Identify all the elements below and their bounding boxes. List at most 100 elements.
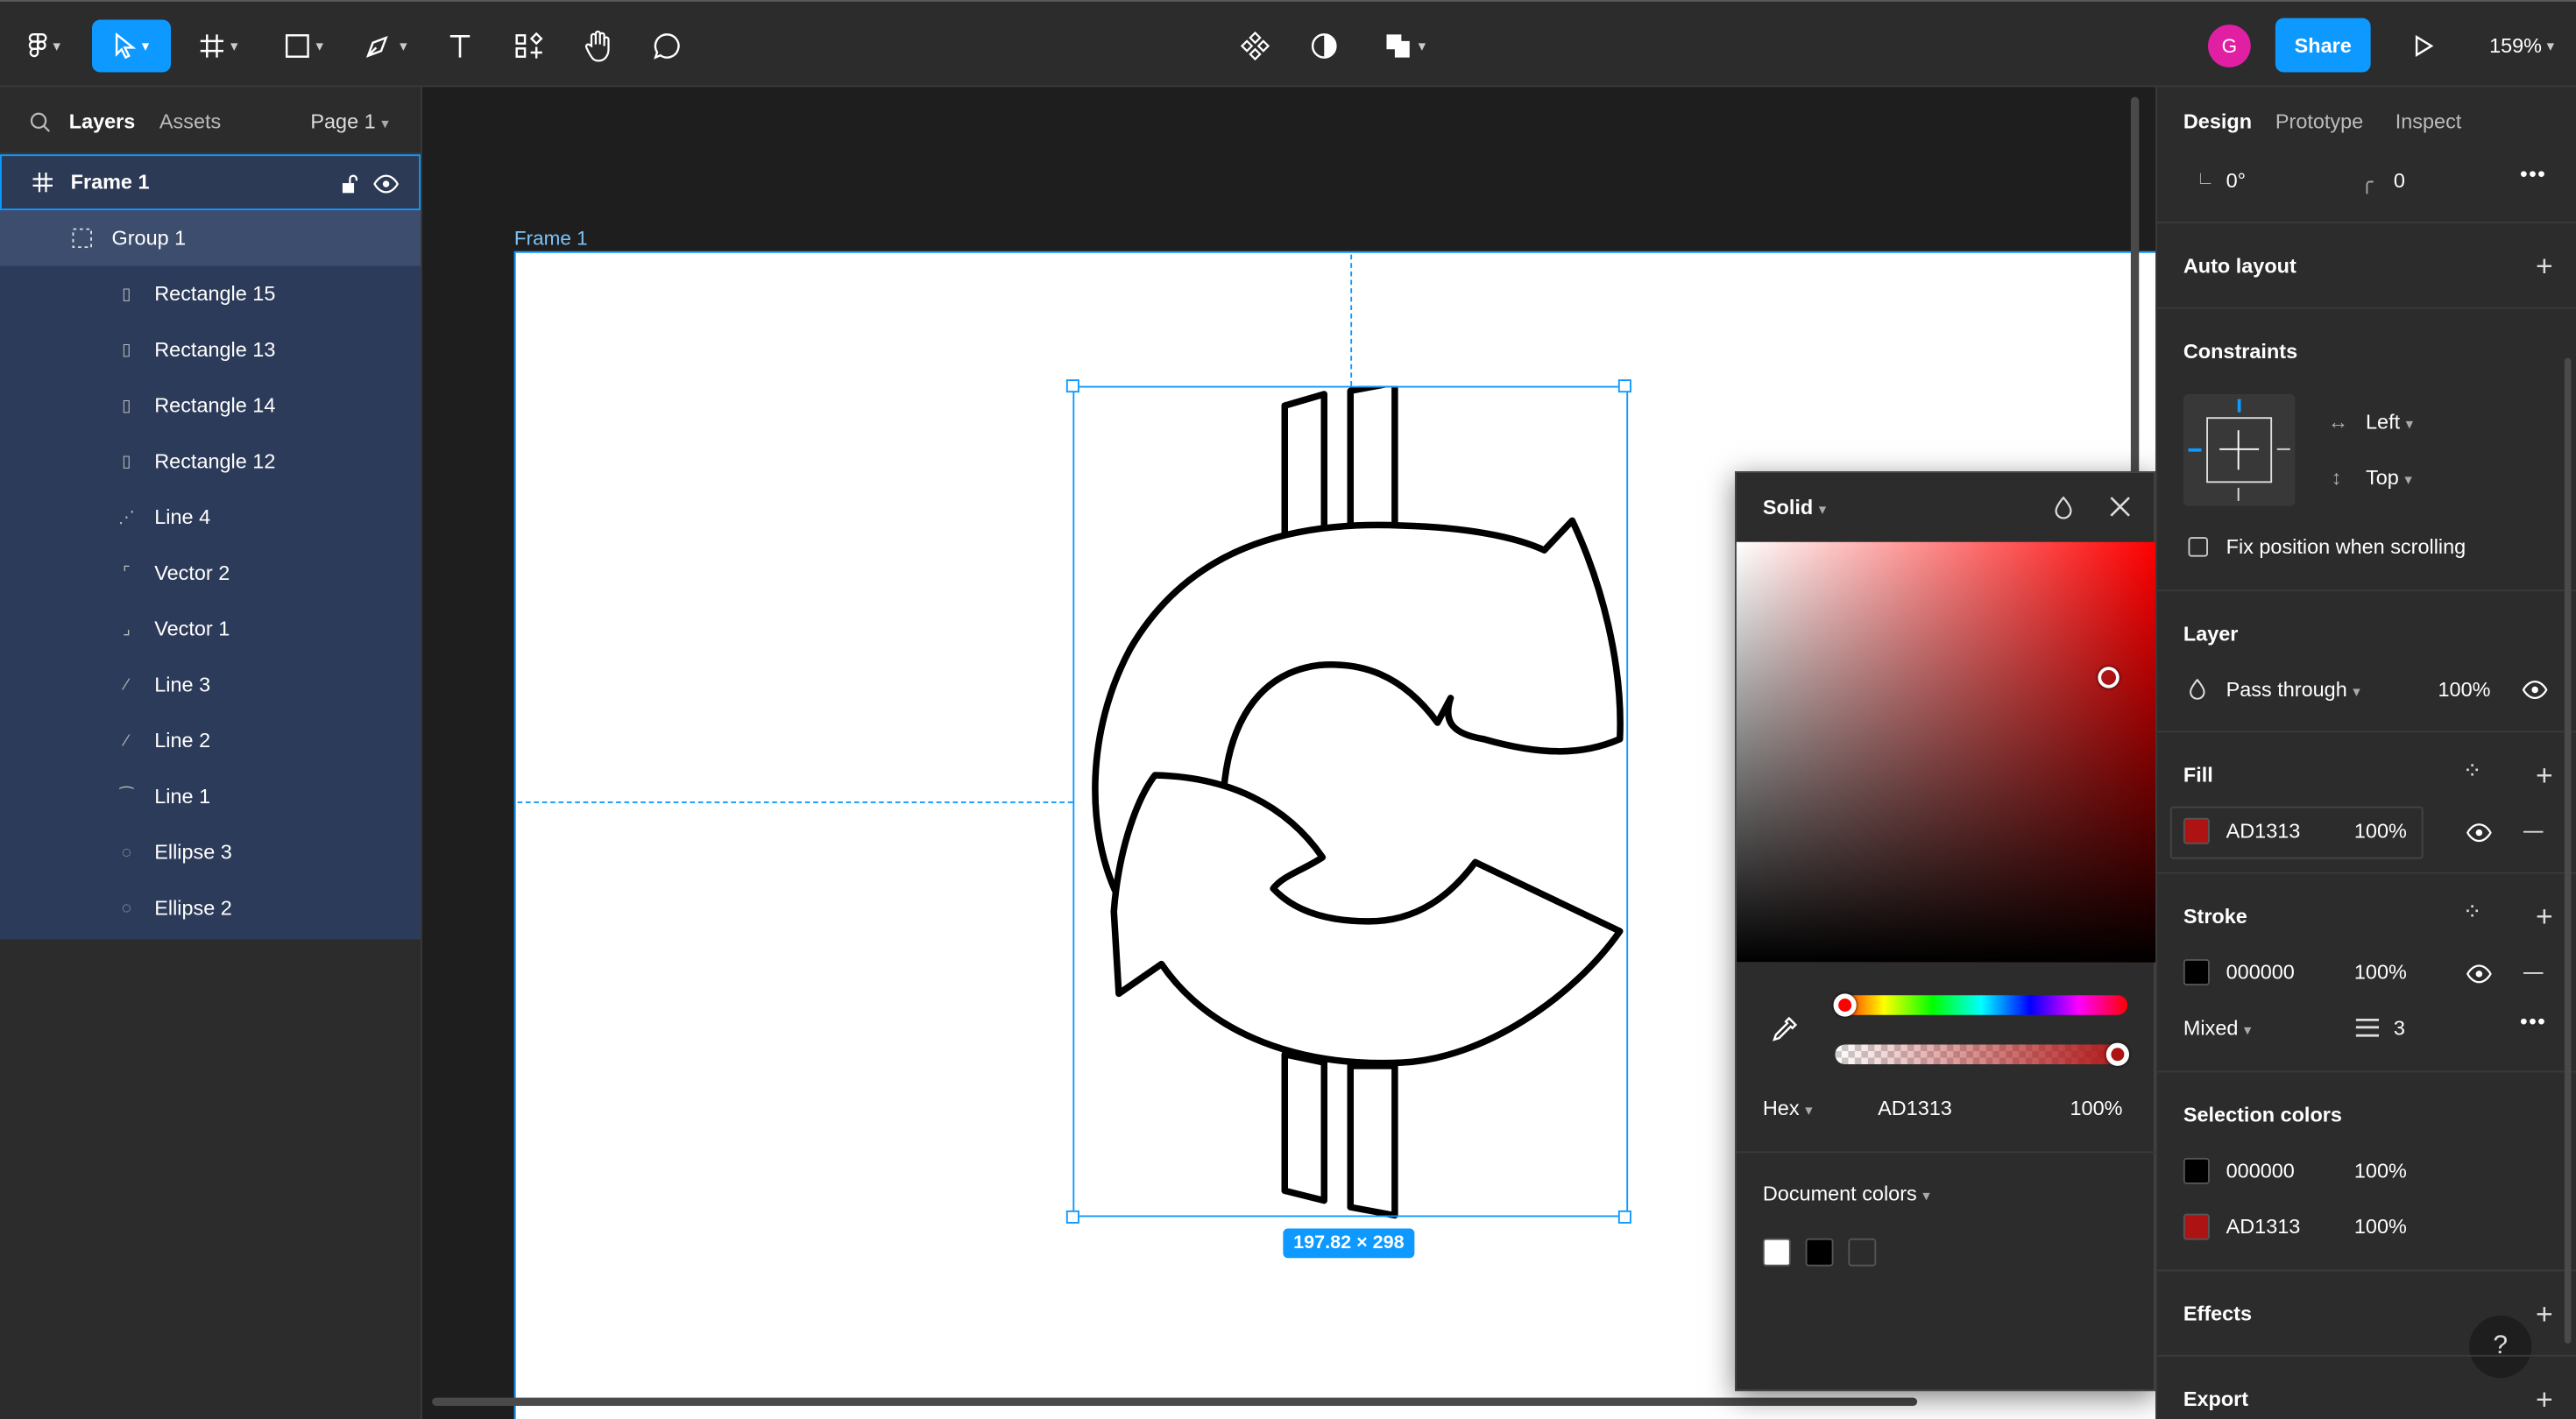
layer-opacity-input[interactable]: 100% xyxy=(2438,678,2491,701)
document-colors-dropdown[interactable]: Document colors ▾ xyxy=(1763,1182,1930,1205)
layer-row-line-2[interactable]: ∕ Line 2 xyxy=(0,713,421,769)
move-tool-button[interactable]: ▾ xyxy=(92,19,171,73)
fill-opacity-input[interactable]: 100% xyxy=(2354,820,2407,843)
eye-icon[interactable] xyxy=(2522,680,2548,700)
tab-layers[interactable]: Layers xyxy=(69,110,136,133)
panel-scrollbar[interactable] xyxy=(2564,357,2572,1344)
layer-row-rectangle-15[interactable]: ▯ Rectangle 15 xyxy=(0,266,421,322)
close-icon[interactable] xyxy=(2110,496,2131,517)
opacity-input[interactable]: 100% xyxy=(2070,1098,2123,1120)
stroke-styles-icon[interactable]: ⁘ xyxy=(2463,899,2482,927)
constraint-top-active[interactable] xyxy=(2237,399,2241,413)
rotation-input[interactable]: 0° xyxy=(2226,169,2246,192)
selection-color-hex[interactable]: 000000 xyxy=(2226,1160,2295,1182)
color-cursor[interactable] xyxy=(2098,667,2120,688)
blend-mode-icon[interactable] xyxy=(2054,496,2074,519)
resize-handle[interactable] xyxy=(1617,379,1631,393)
page-selector[interactable]: Page 1 ▾ xyxy=(310,110,388,133)
horizontal-scrollbar[interactable] xyxy=(432,1397,1918,1406)
constraint-bottom[interactable] xyxy=(2237,487,2240,501)
tab-assets[interactable]: Assets xyxy=(159,110,221,133)
document-color-swatch[interactable] xyxy=(1762,1238,1791,1267)
constraint-left-active[interactable] xyxy=(2188,448,2202,452)
color-format-dropdown[interactable]: Hex ▾ xyxy=(1763,1098,1813,1120)
main-menu-button[interactable]: ▾ xyxy=(13,20,75,73)
hex-input[interactable]: AD1313 xyxy=(1878,1098,1952,1120)
document-color-swatch[interactable] xyxy=(1848,1238,1877,1267)
stroke-hex-input[interactable]: 000000 xyxy=(2226,961,2295,984)
stroke-position-dropdown[interactable]: Mixed ▾ xyxy=(2183,1017,2252,1040)
create-component-button[interactable] xyxy=(1229,20,1282,73)
pen-tool-button[interactable]: ▾ xyxy=(351,20,421,73)
selection-color-swatch[interactable] xyxy=(2183,1157,2210,1184)
fill-hex-input[interactable]: AD1313 xyxy=(2226,820,2301,843)
layer-row-line-1[interactable]: ⁀ Line 1 xyxy=(0,769,421,825)
document-color-swatch[interactable] xyxy=(1805,1238,1834,1267)
hue-slider[interactable] xyxy=(1835,995,2128,1015)
selection-box[interactable] xyxy=(1072,385,1629,1218)
add-auto-layout-icon[interactable]: + xyxy=(2536,251,2553,281)
blend-mode-dropdown[interactable]: Pass through ▾ xyxy=(2226,678,2360,701)
add-stroke-icon[interactable]: + xyxy=(2536,901,2553,931)
hand-tool-button[interactable] xyxy=(572,20,625,73)
stroke-opacity-input[interactable]: 100% xyxy=(2354,961,2407,984)
tab-design[interactable]: Design xyxy=(2183,110,2252,133)
layer-row-line-4[interactable]: ⋰ Line 4 xyxy=(0,490,421,546)
saturation-brightness-area[interactable] xyxy=(1736,541,2155,963)
corner-radius-input[interactable]: 0 xyxy=(2394,169,2405,192)
hue-slider-thumb[interactable] xyxy=(1833,993,1857,1017)
remove-fill-icon[interactable] xyxy=(2523,830,2544,833)
layer-row-line-3[interactable]: ∕ Line 3 xyxy=(0,657,421,713)
share-button[interactable]: Share xyxy=(2275,18,2371,73)
fill-styles-icon[interactable]: ⁘ xyxy=(2463,757,2482,785)
eye-icon[interactable] xyxy=(2466,822,2492,843)
resize-handle[interactable] xyxy=(1065,379,1079,393)
more-options-icon[interactable]: ••• xyxy=(2520,163,2546,186)
stroke-color-swatch[interactable] xyxy=(2183,959,2210,985)
stroke-more-options-icon[interactable]: ••• xyxy=(2520,1010,2546,1033)
opacity-slider[interactable] xyxy=(1835,1044,2128,1064)
layer-row-rectangle-14[interactable]: ▯ Rectangle 14 xyxy=(0,378,421,434)
layer-row-ellipse-2[interactable]: ◌ Ellipse 2 xyxy=(0,880,421,936)
boolean-ops-button[interactable]: ▾ xyxy=(1370,20,1440,73)
fill-type-dropdown[interactable]: Solid ▾ xyxy=(1763,496,1826,519)
avatar[interactable]: G xyxy=(2208,25,2251,67)
eye-icon[interactable] xyxy=(2466,964,2492,985)
fill-color-swatch[interactable] xyxy=(2183,817,2210,844)
resize-handle[interactable] xyxy=(1065,1210,1079,1224)
comment-tool-button[interactable] xyxy=(640,20,693,73)
layer-row-rectangle-12[interactable]: ▯ Rectangle 12 xyxy=(0,434,421,490)
resize-handle[interactable] xyxy=(1617,1210,1631,1224)
eye-icon[interactable] xyxy=(373,174,400,194)
selection-color-hex[interactable]: AD1313 xyxy=(2226,1216,2301,1239)
text-tool-button[interactable] xyxy=(434,20,486,73)
add-export-icon[interactable]: + xyxy=(2536,1385,2553,1415)
shape-tool-button[interactable]: ▾ xyxy=(270,20,339,73)
add-effect-icon[interactable]: + xyxy=(2536,1299,2553,1329)
layer-row-ellipse-3[interactable]: ◌ Ellipse 3 xyxy=(0,824,421,880)
frame-label[interactable]: Frame 1 xyxy=(514,227,588,250)
constraints-widget[interactable] xyxy=(2183,394,2296,506)
stroke-weight-input[interactable]: 3 xyxy=(2394,1017,2405,1040)
layer-row-frame-1[interactable]: Frame 1 xyxy=(0,154,421,210)
fix-position-checkbox[interactable] xyxy=(2188,537,2208,557)
add-fill-icon[interactable]: + xyxy=(2536,760,2553,790)
opacity-slider-thumb[interactable] xyxy=(2105,1042,2129,1066)
layer-row-vector-1[interactable]: ⌟ Vector 1 xyxy=(0,601,421,657)
frame-tool-button[interactable]: ▾ xyxy=(184,20,253,73)
mask-button[interactable] xyxy=(1298,20,1350,73)
search-icon[interactable] xyxy=(30,112,51,133)
layer-row-rectangle-13[interactable]: ▯ Rectangle 13 xyxy=(0,322,421,378)
constraint-right[interactable] xyxy=(2276,448,2290,450)
zoom-menu[interactable]: 159% ▾ xyxy=(2474,20,2570,73)
horizontal-constraint-dropdown[interactable]: Left ▾ xyxy=(2366,411,2413,434)
present-button[interactable] xyxy=(2399,20,2448,73)
resources-button[interactable] xyxy=(503,20,556,73)
layer-row-vector-2[interactable]: ⌜ Vector 2 xyxy=(0,546,421,602)
help-button[interactable]: ? xyxy=(2469,1315,2532,1379)
tab-inspect[interactable]: Inspect xyxy=(2396,110,2462,133)
eyedropper-icon[interactable] xyxy=(1769,1015,1799,1045)
vertical-constraint-dropdown[interactable]: Top ▾ xyxy=(2366,467,2412,490)
selection-color-swatch[interactable] xyxy=(2183,1213,2210,1240)
tab-prototype[interactable]: Prototype xyxy=(2275,110,2363,133)
